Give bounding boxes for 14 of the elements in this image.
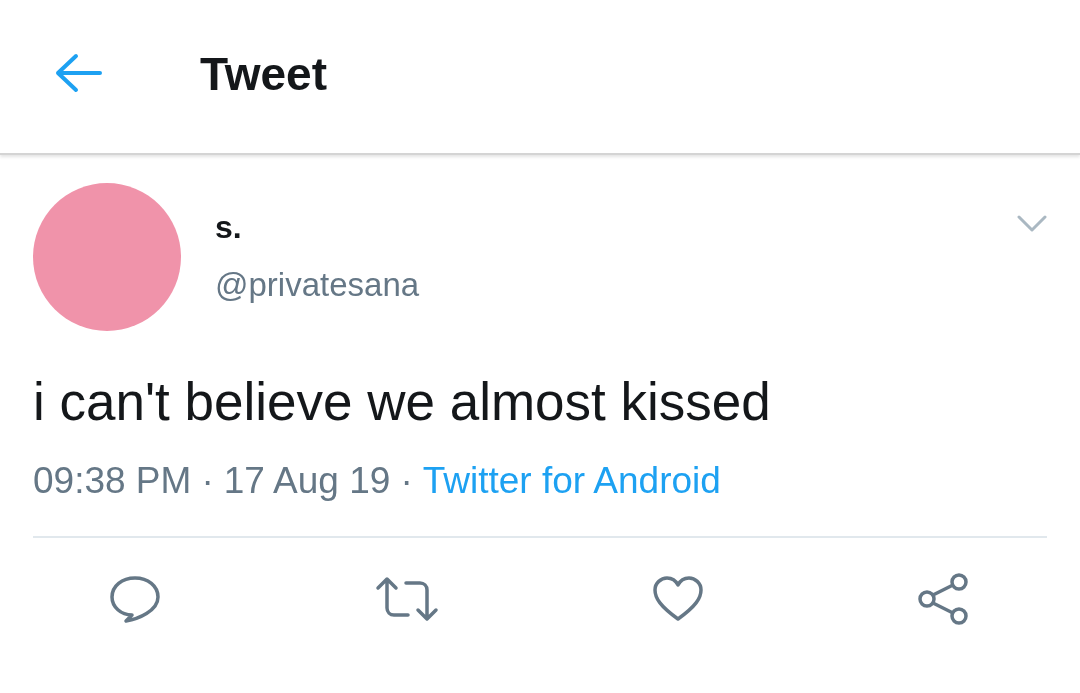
user-handle[interactable]: @privatesana <box>215 266 420 304</box>
separator-dot: · <box>201 460 214 502</box>
heart-icon[interactable] <box>652 576 705 622</box>
tweet-text: i can't believe we almost kissed <box>33 371 772 432</box>
tweet-date: 17 Aug 19 <box>223 460 391 502</box>
reply-icon[interactable] <box>109 575 161 623</box>
tweet-time: 09:38 PM <box>33 460 192 502</box>
source-link[interactable]: Twitter for Android <box>422 460 721 502</box>
back-icon[interactable] <box>54 52 102 93</box>
display-name[interactable]: s. <box>215 209 420 246</box>
share-icon[interactable] <box>916 572 971 626</box>
page-title: Tweet <box>200 46 327 101</box>
separator-dot: · <box>400 460 413 502</box>
retweet-icon[interactable] <box>373 576 440 622</box>
